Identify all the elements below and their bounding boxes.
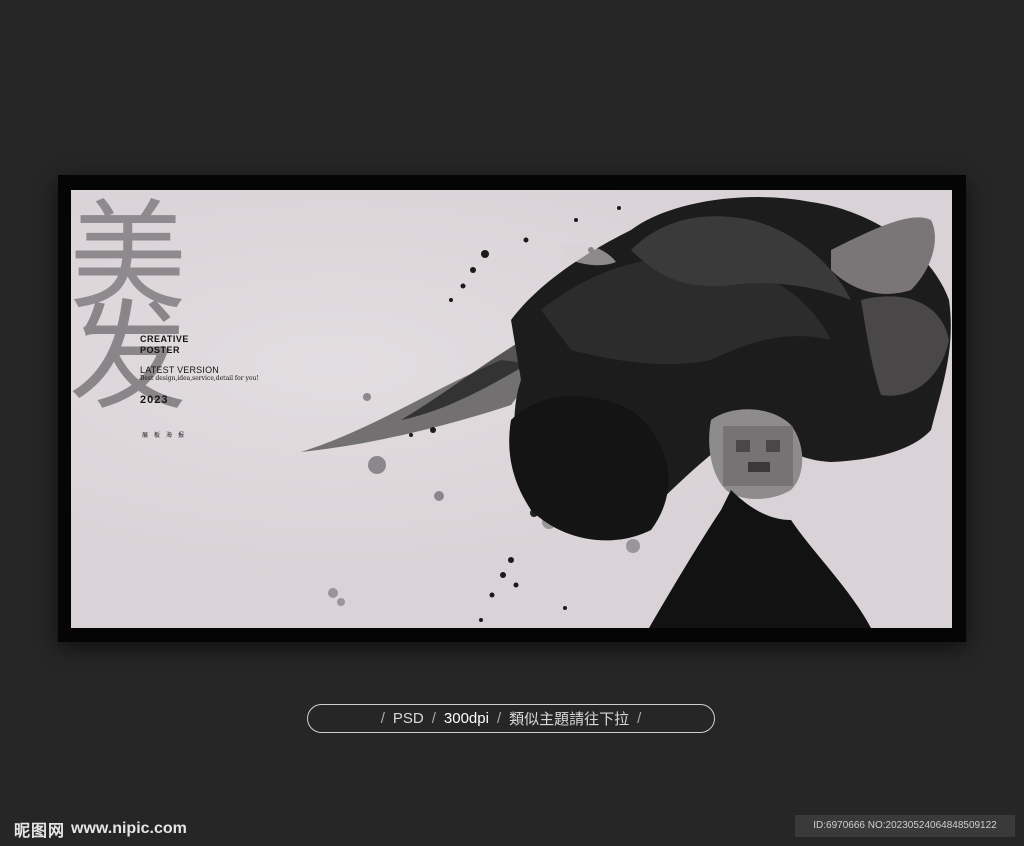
ink-woman-illustration <box>301 197 951 628</box>
nipic-logo[interactable]: 昵图网 www.nipic.com <box>14 817 187 841</box>
tagline-text: Best design,idea,service,detail for you! <box>140 375 259 382</box>
site-name-cn: 昵图网 <box>14 821 66 840</box>
separator: / <box>380 710 385 727</box>
image-id-badge: ID:6970666 NO:20230524064848509122 <box>795 815 1015 837</box>
resolution-label: 300dpi <box>443 710 489 727</box>
poster-canvas: 美 发 CREATIVE POSTER LATEST VERSION Best … <box>71 190 952 628</box>
creative-poster-label: CREATIVE POSTER <box>140 334 189 355</box>
latest-version-label: LATEST VERSION <box>140 365 219 375</box>
chinese-tag: 展板海报 <box>142 433 191 439</box>
site-url: www.nipic.com <box>71 820 187 837</box>
separator: / <box>496 710 502 727</box>
separator: / <box>637 710 642 727</box>
info-pill: / PSD / 300dpi / 類似主題請往下拉 / <box>307 704 715 733</box>
format-label: PSD <box>392 710 424 727</box>
separator: / <box>431 710 436 727</box>
year-label: 2023 <box>140 394 169 406</box>
hint-label: 類似主題請往下拉 <box>509 711 630 728</box>
poster-frame: 美 发 CREATIVE POSTER LATEST VERSION Best … <box>58 175 966 642</box>
